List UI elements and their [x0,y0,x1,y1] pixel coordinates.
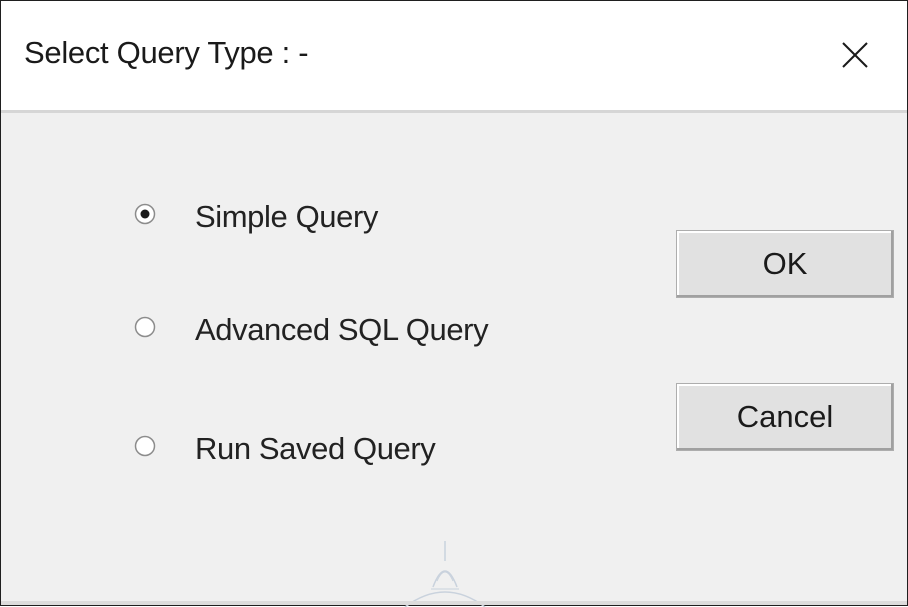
query-type-dialog: Select Query Type : - Simple Query Advan… [0,0,908,607]
title-bar[interactable]: Select Query Type : - [1,1,907,110]
radio-selected-icon[interactable] [134,203,156,225]
cancel-button-label: Cancel [736,399,834,434]
dialog-body: Simple Query Advanced SQL Query Run Save… [1,113,907,607]
radio-label-advanced-sql-query: Advanced SQL Query [195,312,489,347]
ok-button-label: OK [762,246,808,281]
radio-unselected-icon[interactable] [134,435,156,457]
close-icon [842,42,868,68]
dialog-title: Select Query Type : - [24,35,309,70]
cancel-button[interactable]: Cancel [676,383,894,451]
radio-label-run-saved-query: Run Saved Query [195,431,436,466]
close-button[interactable] [825,27,885,83]
radio-unselected-icon[interactable] [134,316,156,338]
ok-button[interactable]: OK [676,230,894,298]
bottom-edge [1,601,907,605]
radio-label-simple-query: Simple Query [195,199,378,234]
watermark-logo-icon [404,541,486,607]
